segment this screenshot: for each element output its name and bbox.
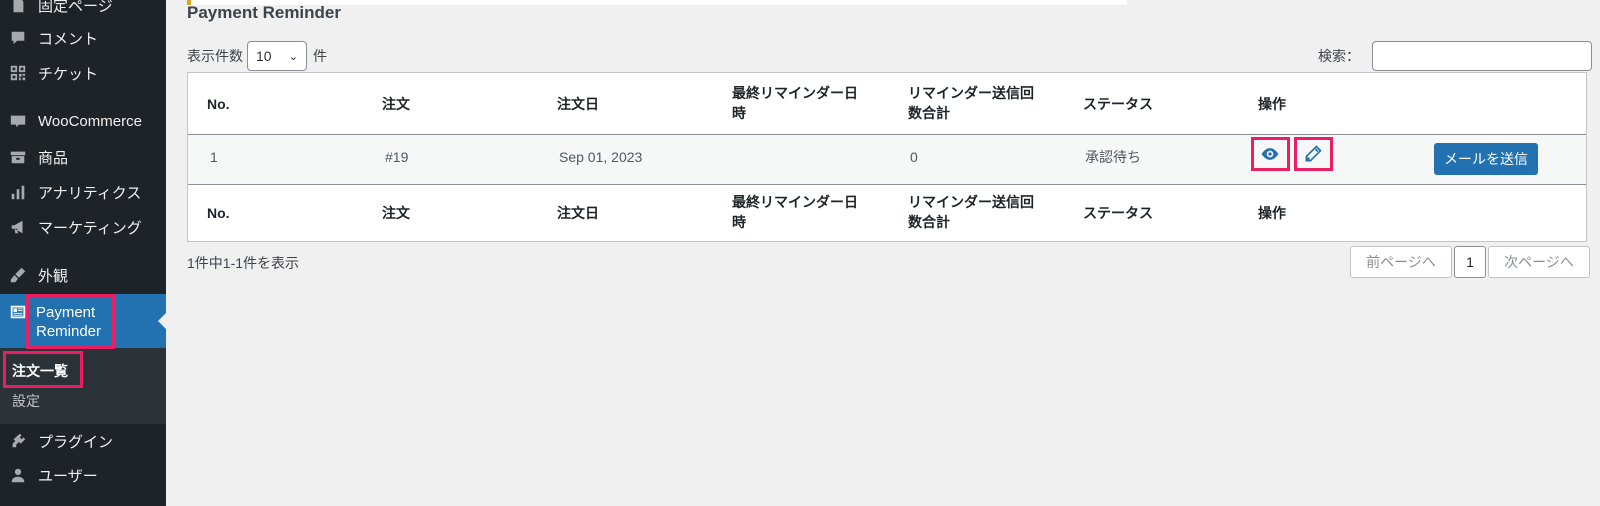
page-icon <box>8 0 28 15</box>
column-header-no[interactable]: No. <box>207 94 230 114</box>
header-line: 最終リマインダー日 <box>732 194 858 210</box>
column-header-total-sent[interactable]: リマインダー送信回 数合計 <box>908 83 1034 123</box>
sidebar-item-label: ユーザー <box>38 467 98 485</box>
user-icon <box>8 465 28 485</box>
length-suffix: 件 <box>313 48 327 64</box>
archive-icon <box>8 147 28 167</box>
submenu-item-settings[interactable]: 設定 <box>12 391 40 411</box>
column-header-actions: 操作 <box>1258 96 1286 112</box>
column-footer-no[interactable]: No. <box>207 203 230 223</box>
sidebar-item-products[interactable]: 商品 <box>0 140 166 174</box>
page-length-value: 10 <box>256 48 272 64</box>
active-indicator <box>158 313 166 329</box>
sidebar-item-label: チケット <box>38 65 99 83</box>
cell-order[interactable]: #19 <box>385 147 408 167</box>
column-header-order[interactable]: 注文 <box>382 94 410 114</box>
megaphone-icon <box>8 217 28 237</box>
header-line: リマインダー送信回 <box>908 194 1034 210</box>
column-header-last-reminder[interactable]: 最終リマインダー日 時 <box>732 83 858 123</box>
column-footer-total-sent[interactable]: リマインダー送信回 数合計 <box>908 192 1034 232</box>
sidebar-item-analytics[interactable]: アナリティクス <box>0 175 166 209</box>
cell-date: Sep 01, 2023 <box>559 149 643 165</box>
table-footer-row: No. 注文 注文日 最終リマインダー日 時 リマインダー送信回 数合計 ステー… <box>188 185 1586 242</box>
page-length-select[interactable]: 10 ⌄ <box>247 41 307 71</box>
edit-button[interactable] <box>1295 138 1331 170</box>
submenu-item-order-list[interactable]: 注文一覧 <box>12 361 68 381</box>
column-footer-order[interactable]: 注文 <box>382 203 410 223</box>
cell-no: 1 <box>210 149 218 165</box>
chevron-down-icon: ⌄ <box>288 50 298 63</box>
column-header-status[interactable]: ステータス <box>1083 94 1153 114</box>
cell-total-sent: 0 <box>910 149 918 165</box>
sidebar-item-payment-reminder[interactable]: Payment Reminder <box>0 294 166 348</box>
header-line: 時 <box>732 214 746 230</box>
sidebar-item-label: マーケティング <box>38 219 142 237</box>
cell-status: 承認待ち <box>1085 149 1141 165</box>
column-footer-last-reminder[interactable]: 最終リマインダー日 時 <box>732 192 858 232</box>
send-email-button[interactable]: メールを送信 <box>1434 143 1538 175</box>
qr-icon <box>8 63 28 83</box>
page-title: Payment Reminder <box>187 3 341 22</box>
pagination: 前ページへ 1 次ページへ <box>1350 246 1590 278</box>
length-prefix: 表示件数 <box>187 48 243 64</box>
header-line: 数合計 <box>908 214 950 230</box>
page-1-button[interactable]: 1 <box>1454 246 1486 278</box>
view-button[interactable] <box>1252 138 1288 170</box>
table-info: 1件中1-1件を表示 <box>187 255 300 271</box>
header-line: 最終リマインダー日 <box>732 85 858 101</box>
table-header-row: No. 注文 注文日 最終リマインダー日 時 リマインダー送信回 数合計 ステー… <box>188 73 1586 135</box>
column-footer-date[interactable]: 注文日 <box>557 203 599 223</box>
sidebar-item-label: WooCommerce <box>38 112 142 130</box>
pencil-icon <box>1305 145 1322 162</box>
search-label: 検索： <box>1318 48 1360 64</box>
eye-icon <box>1261 148 1279 160</box>
bar-chart-icon <box>8 182 28 202</box>
submenu: 注文一覧 設定 <box>0 348 166 424</box>
sidebar-item-appearance[interactable]: 外観 <box>0 258 166 292</box>
sidebar-item-plugins[interactable]: プラグイン <box>0 424 166 458</box>
plugin-icon <box>8 431 28 451</box>
column-header-date[interactable]: 注文日 <box>557 94 599 114</box>
payment-reminder-icon <box>8 302 28 322</box>
sidebar-item-comments[interactable]: コメント <box>0 21 166 55</box>
sidebar-item-label: Payment Reminder <box>36 304 102 340</box>
woo-icon <box>8 111 28 131</box>
table-row: 1 #19 Sep 01, 2023 0 承認待ち メールを送信 <box>188 135 1586 185</box>
sidebar-item-users[interactable]: ユーザー <box>0 458 166 492</box>
sidebar-item-label: 外観 <box>38 267 69 285</box>
header-line: リマインダー送信回 <box>908 85 1034 101</box>
header-line: 時 <box>732 105 746 121</box>
admin-sidebar: 固定ページ コメント チケット WooCommerce 商品 アナリティクス マ… <box>0 0 166 506</box>
next-page-button[interactable]: 次ページへ <box>1488 246 1590 278</box>
header-line: 数合計 <box>908 105 950 121</box>
sidebar-item-marketing[interactable]: マーケティング <box>0 210 166 244</box>
comment-icon <box>8 28 28 48</box>
sidebar-item-label: アナリティクス <box>38 184 142 202</box>
orders-table: No. 注文 注文日 最終リマインダー日 時 リマインダー送信回 数合計 ステー… <box>187 72 1587 242</box>
column-footer-status[interactable]: ステータス <box>1083 203 1153 223</box>
search-control: 検索： <box>1318 41 1592 71</box>
paintbrush-icon <box>8 265 28 285</box>
sidebar-item-pages[interactable]: 固定ページ <box>0 0 166 22</box>
sidebar-item-label: 商品 <box>38 149 69 167</box>
sidebar-item-label: コメント <box>38 30 99 48</box>
page-length-control: 表示件数 10 ⌄ 件 <box>187 41 327 71</box>
sidebar-item-label: 固定ページ <box>38 0 113 15</box>
prev-page-button[interactable]: 前ページへ <box>1350 246 1452 278</box>
sidebar-item-tickets[interactable]: チケット <box>0 56 166 90</box>
search-input[interactable] <box>1372 41 1592 71</box>
sidebar-item-label: プラグイン <box>38 433 114 451</box>
sidebar-item-woocommerce[interactable]: WooCommerce <box>0 104 166 138</box>
column-footer-actions: 操作 <box>1258 205 1286 221</box>
